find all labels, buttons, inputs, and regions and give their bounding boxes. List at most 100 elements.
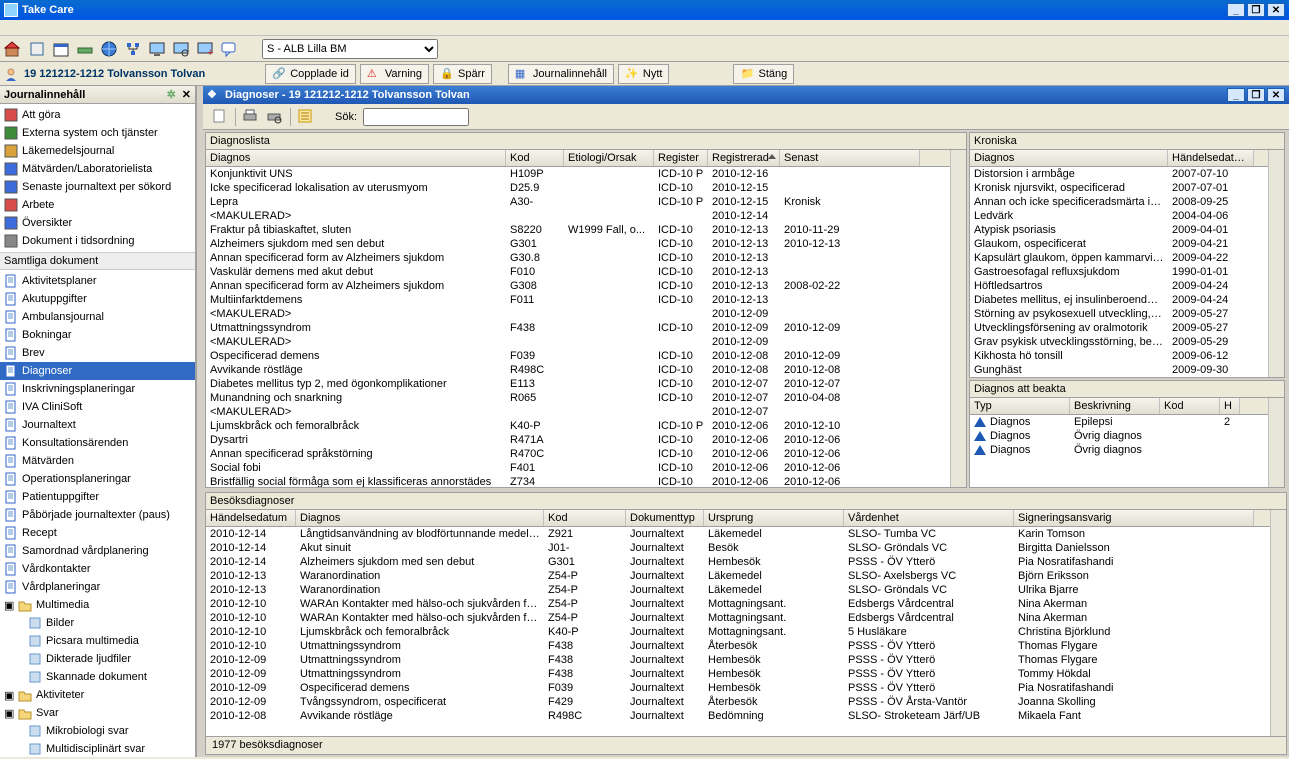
table-row[interactable]: 2010-12-09Ospecificerad demensF039Journa… — [206, 681, 1270, 695]
table-row[interactable]: Social fobiF401ICD-102010-12-062010-12-0… — [206, 461, 950, 475]
sidebar-folder[interactable]: ▣Svar — [0, 704, 195, 722]
sidebar-doc-item[interactable]: Vårdplaneringar — [0, 578, 195, 596]
sidebar-folder-child[interactable]: Mikrobiologi svar — [0, 722, 195, 740]
sidebar-doc-item[interactable]: Diagnoser — [0, 362, 195, 380]
sparr-button[interactable]: 🔒Spärr — [433, 64, 492, 84]
table-row[interactable]: Gunghäst2009-09-30 — [970, 363, 1268, 377]
sidebar-doc-item[interactable]: Mätvärden — [0, 452, 195, 470]
sidebar-folder[interactable]: ▣Aktiviteter — [0, 686, 195, 704]
column-header[interactable]: Dokumenttyp — [626, 510, 704, 526]
sidebar-folder-child[interactable]: Multidisciplinärt svar — [0, 740, 195, 757]
search-input[interactable] — [363, 108, 469, 126]
sidebar-doc-item[interactable]: Samordnad vårdplanering — [0, 542, 195, 560]
table-row[interactable]: Grav psykisk utvecklingsstörning, bety..… — [970, 335, 1268, 349]
kroniska-scrollbar[interactable] — [1268, 150, 1284, 377]
stang-button[interactable]: 📁Stäng — [733, 64, 794, 84]
table-row[interactable]: Icke specificerad lokalisation av uterus… — [206, 181, 950, 195]
beakta-header[interactable]: TypBeskrivningKodH — [970, 398, 1268, 415]
table-row[interactable]: 2010-12-08Avvikande röstlägeR498CJournal… — [206, 709, 1270, 723]
table-row[interactable]: Bristfällig social förmåga som ej klassi… — [206, 475, 950, 487]
window-close-button[interactable]: ✕ — [1267, 3, 1285, 17]
sidebar-nav-item[interactable]: Arbete — [0, 196, 195, 214]
besok-scrollbar[interactable] — [1270, 510, 1286, 736]
monitor-icon[interactable] — [148, 40, 166, 58]
table-row[interactable]: <MAKULERAD>2010-12-09 — [206, 307, 950, 321]
window-restore-button[interactable]: ❐ — [1247, 3, 1265, 17]
kroniska-header[interactable]: DiagnosHändelsedatum — [970, 150, 1268, 167]
inner-restore-button[interactable]: ❐ — [1247, 88, 1265, 102]
inner-minimize-button[interactable]: _ — [1227, 88, 1245, 102]
table-row[interactable]: Diabetes mellitus, ej insulinberoende, u… — [970, 293, 1268, 307]
window-minimize-button[interactable]: _ — [1227, 3, 1245, 17]
sidebar-doc-item[interactable]: Journaltext — [0, 416, 195, 434]
table-row[interactable]: Fraktur på tibiaskaftet, slutenS8220W199… — [206, 223, 950, 237]
table-row[interactable]: Distorsion i armbåge2007-07-10 — [970, 167, 1268, 181]
sidebar-close-icon[interactable]: ✕ — [182, 88, 191, 101]
table-row[interactable]: Atypisk psoriasis2009-04-01 — [970, 223, 1268, 237]
table-row[interactable]: Munandning och snarkningR065ICD-102010-1… — [206, 391, 950, 405]
sidebar-folder-child[interactable]: Skannade dokument — [0, 668, 195, 686]
table-row[interactable]: 2010-12-13WaranordinationZ54-PJournaltex… — [206, 583, 1270, 597]
table-row[interactable]: DysartriR471AICD-102010-12-062010-12-06 — [206, 433, 950, 447]
sidebar-nav-item[interactable]: Läkemedelsjournal — [0, 142, 195, 160]
table-row[interactable]: Kronisk njursvikt, ospecificerad2007-07-… — [970, 181, 1268, 195]
sidebar-doc-item[interactable]: Operationsplaneringar — [0, 470, 195, 488]
sidebar-nav-item[interactable]: Externa system och tjänster — [0, 124, 195, 142]
column-header[interactable]: H — [1220, 398, 1240, 414]
column-header[interactable]: Registrerad — [708, 150, 780, 166]
column-header[interactable]: Kod — [506, 150, 564, 166]
table-row[interactable]: <MAKULERAD>2010-12-07 — [206, 405, 950, 419]
column-header[interactable]: Händelsedatum — [206, 510, 296, 526]
besok-header[interactable]: HändelsedatumDiagnosKodDokumenttypUrspru… — [206, 510, 1270, 527]
table-row[interactable]: 2010-12-14Långtidsanvändning av blodfört… — [206, 527, 1270, 541]
chat-icon[interactable] — [220, 40, 238, 58]
sidebar-doc-item[interactable]: Recept — [0, 524, 195, 542]
table-row[interactable]: UtmattningssyndromF438ICD-102010-12-0920… — [206, 321, 950, 335]
print-preview-icon[interactable] — [266, 108, 284, 126]
table-row[interactable]: MultiinfarktdemensF011ICD-102010-12-13 — [206, 293, 950, 307]
expand-icon[interactable]: ▣ — [4, 599, 14, 612]
copplade-id-button[interactable]: 🔗Copplade id — [265, 64, 356, 84]
column-header[interactable]: Diagnos — [206, 150, 506, 166]
monitor-add-icon[interactable]: + — [196, 40, 214, 58]
table-row[interactable]: Utvecklingsförsening av oralmotorik2009-… — [970, 321, 1268, 335]
table-row[interactable]: LepraA30-ICD-10 P2010-12-15Kronisk — [206, 195, 950, 209]
expand-icon[interactable]: ▣ — [4, 707, 14, 720]
table-row[interactable]: 2010-12-14Alzheimers sjukdom med sen deb… — [206, 555, 1270, 569]
book-icon[interactable] — [28, 40, 46, 58]
table-row[interactable]: Ledvärk2004-04-06 — [970, 209, 1268, 223]
table-row[interactable]: Gastroesofagal refluxsjukdom1990-01-01 — [970, 265, 1268, 279]
sidebar-folder-child[interactable]: Picsara multimedia — [0, 632, 195, 650]
column-header[interactable]: Register — [654, 150, 708, 166]
table-row[interactable]: Alzheimers sjukdom med sen debutG301ICD-… — [206, 237, 950, 251]
bed-icon[interactable] — [76, 40, 94, 58]
column-header[interactable]: Diagnos — [296, 510, 544, 526]
table-row[interactable]: 2010-12-13WaranordinationZ54-PJournaltex… — [206, 569, 1270, 583]
table-row[interactable]: Kapsulärt glaukom, öppen kammarvinkel200… — [970, 251, 1268, 265]
column-header[interactable]: Kod — [1160, 398, 1220, 414]
column-header[interactable]: Etiologi/Orsak — [564, 150, 654, 166]
column-header[interactable]: Händelsedatum — [1168, 150, 1254, 166]
sidebar-doc-item[interactable]: Aktivitetsplaner — [0, 272, 195, 290]
table-row[interactable]: DiagnosÖvrig diagnos — [970, 429, 1268, 443]
table-row[interactable]: Ospecificerad demensF039ICD-102010-12-08… — [206, 349, 950, 363]
sidebar-doc-item[interactable]: Patientuppgifter — [0, 488, 195, 506]
monitor-search-icon[interactable] — [172, 40, 190, 58]
kroniska-body[interactable]: Distorsion i armbåge2007-07-10Kronisk nj… — [970, 167, 1268, 377]
sidebar-doc-item[interactable]: Påbörjade journaltexter (paus) — [0, 506, 195, 524]
tree-icon[interactable] — [124, 40, 142, 58]
table-row[interactable]: Vaskulär demens med akut debutF010ICD-10… — [206, 265, 950, 279]
globe-icon[interactable] — [100, 40, 118, 58]
column-header[interactable]: Senast — [780, 150, 920, 166]
beakta-body[interactable]: DiagnosEpilepsi2DiagnosÖvrig diagnosDiag… — [970, 415, 1268, 487]
diagnoslista-scrollbar[interactable] — [950, 150, 966, 487]
nytt-button[interactable]: ✨Nytt — [618, 64, 670, 84]
sidebar-nav-item[interactable]: Senaste journaltext per sökord — [0, 178, 195, 196]
sidebar-doc-item[interactable]: Ambulansjournal — [0, 308, 195, 326]
besok-body[interactable]: 2010-12-14Långtidsanvändning av blodfört… — [206, 527, 1270, 736]
sidebar-doc-item[interactable]: Akutuppgifter — [0, 290, 195, 308]
print-icon[interactable] — [242, 108, 260, 126]
sidebar-nav-item[interactable]: Översikter — [0, 214, 195, 232]
diagnoslista-header[interactable]: DiagnosKodEtiologi/OrsakRegisterRegistre… — [206, 150, 950, 167]
sidebar-folder-child[interactable]: Dikterade ljudfiler — [0, 650, 195, 668]
